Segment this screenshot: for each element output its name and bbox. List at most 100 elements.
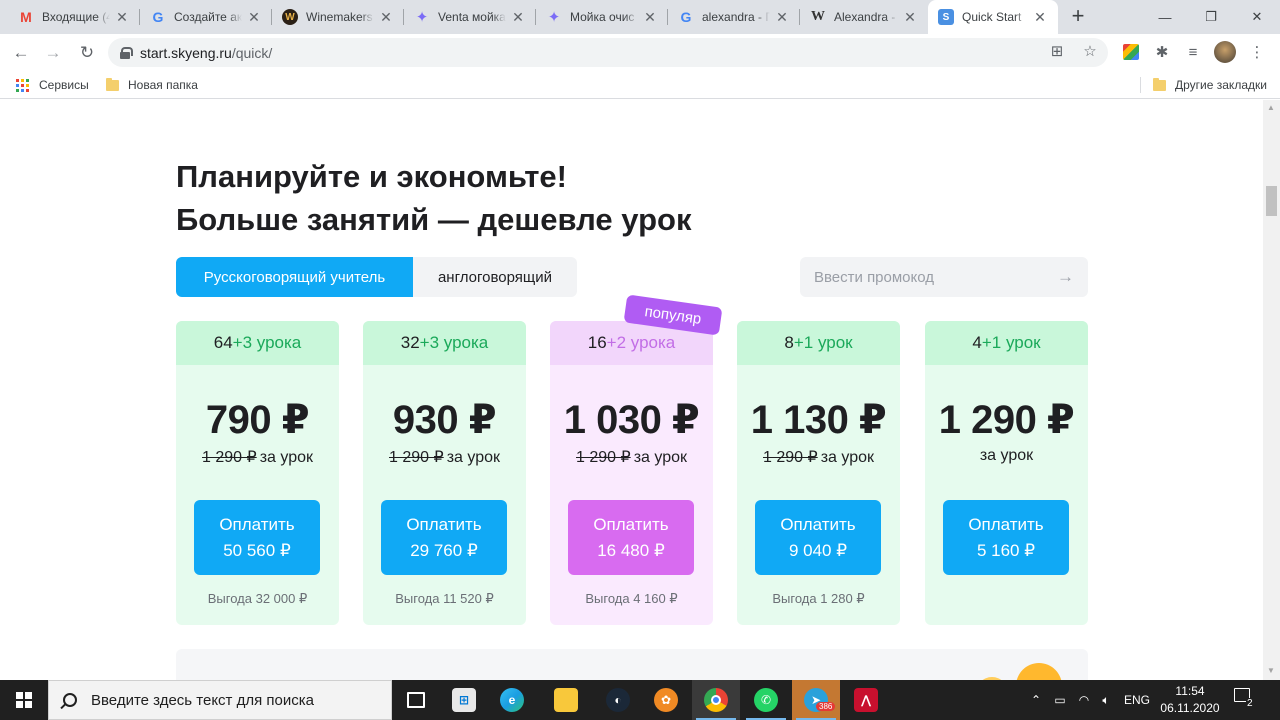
back-icon[interactable]: ← bbox=[8, 40, 34, 66]
close-icon[interactable]: ✕ bbox=[246, 9, 262, 26]
notifications-button[interactable]: 2 bbox=[1234, 688, 1258, 712]
pay-label: Оплатить bbox=[780, 514, 856, 534]
page-title-line: Больше занятий — дешевле урок bbox=[176, 202, 692, 237]
language-indicator[interactable]: ENG bbox=[1122, 680, 1152, 720]
bookmark-other[interactable]: Другие закладки bbox=[1153, 76, 1267, 94]
close-icon[interactable]: ✕ bbox=[1032, 9, 1048, 26]
browser-tab[interactable]: ✦ Мойка очис ✕ bbox=[536, 0, 668, 34]
taskbar-steam[interactable]: ◐ bbox=[594, 680, 642, 720]
tray-expand-icon[interactable]: ⌃ bbox=[1026, 680, 1046, 720]
clock-time: 11:54 bbox=[1175, 684, 1205, 698]
page-scrollbar[interactable]: ▲ ▼ bbox=[1263, 100, 1280, 680]
close-icon[interactable]: ✕ bbox=[114, 9, 130, 26]
plan-per-lesson: за урок bbox=[925, 447, 1088, 465]
browser-tab[interactable]: G Создайте акк ✕ bbox=[140, 0, 272, 34]
scrollbar-thumb[interactable] bbox=[1266, 186, 1277, 216]
browser-tab[interactable]: G alexandra - Г ✕ bbox=[668, 0, 800, 34]
taskbar-edge[interactable]: e bbox=[488, 680, 536, 720]
close-icon[interactable]: ✕ bbox=[774, 9, 790, 26]
promo-code-field[interactable]: → bbox=[800, 257, 1088, 297]
taskbar-acrobat[interactable]: ⋀ bbox=[842, 680, 890, 720]
close-icon[interactable]: ✕ bbox=[642, 9, 658, 26]
forward-icon[interactable]: → bbox=[40, 40, 66, 66]
promo-code-input[interactable] bbox=[814, 268, 1057, 286]
pay-button[interactable]: Оплатить 50 560 ₽ bbox=[194, 500, 320, 575]
taskbar-explorer[interactable] bbox=[542, 680, 590, 720]
google-icon: G bbox=[680, 9, 692, 25]
old-price: 1 290 ₽ bbox=[389, 449, 444, 466]
bookmark-apps[interactable]: Сервисы bbox=[16, 76, 89, 94]
pay-label: Оплатить bbox=[593, 514, 669, 534]
minimize-icon[interactable]: — bbox=[1142, 0, 1188, 34]
browser-toolbar: ← → ↻ start.skyeng.ru/quick/ ⊞ ☆ ✱ ≡ ⋮ bbox=[0, 34, 1280, 71]
lesson-bonus: +2 урока bbox=[606, 333, 676, 352]
pay-button[interactable]: Оплатить 9 040 ₽ bbox=[755, 500, 881, 575]
new-tab-button[interactable]: + bbox=[1066, 5, 1090, 29]
scroll-down-icon[interactable]: ▼ bbox=[1267, 666, 1275, 675]
taskbar-store[interactable]: ⊞ bbox=[440, 680, 488, 720]
plan-per-lesson: 1 290 ₽ за урок bbox=[363, 447, 526, 467]
search-icon bbox=[63, 693, 77, 707]
volume-icon[interactable]: 🔈︎ bbox=[1096, 680, 1116, 720]
address-bar[interactable]: start.skyeng.ru/quick/ bbox=[108, 38, 1108, 67]
extensions-puzzle-icon[interactable]: ✱ bbox=[1151, 41, 1173, 63]
task-view-button[interactable] bbox=[392, 680, 440, 720]
gear-icon: ✿ bbox=[654, 688, 678, 712]
close-icon[interactable]: ✕ bbox=[378, 9, 394, 26]
steam-icon: ◐ bbox=[606, 688, 630, 712]
taskbar-app-orange[interactable]: ✿ bbox=[642, 680, 690, 720]
tab-title: Quick Start bbox=[962, 10, 1022, 24]
reload-icon[interactable]: ↻ bbox=[74, 40, 100, 66]
translate-icon[interactable]: ⊞ bbox=[1047, 42, 1067, 62]
page-title-line: Планируйте и экономьте! bbox=[176, 159, 567, 194]
plan-price: 1 290 ₽ bbox=[938, 398, 1075, 442]
window-close-icon[interactable]: ✕ bbox=[1234, 0, 1280, 34]
pay-button[interactable]: Оплатить 16 480 ₽ bbox=[568, 500, 694, 575]
arrow-right-icon[interactable]: → bbox=[1057, 267, 1074, 287]
google-icon: G bbox=[152, 9, 164, 25]
media-control-icon[interactable]: ≡ bbox=[1182, 41, 1204, 63]
pay-button[interactable]: Оплатить 5 160 ₽ bbox=[943, 500, 1069, 575]
page-title: Планируйте и экономьте! Больше занятий —… bbox=[176, 155, 691, 241]
bookmark-star-icon[interactable]: ☆ bbox=[1080, 42, 1100, 62]
restore-icon[interactable]: ❐ bbox=[1188, 0, 1234, 34]
tab-title: Alexandra - V bbox=[834, 10, 898, 24]
start-button[interactable] bbox=[0, 680, 48, 720]
wifi-icon[interactable]: ◠ bbox=[1074, 680, 1094, 720]
folder-icon bbox=[1153, 77, 1166, 91]
bookmark-label: Другие закладки bbox=[1175, 78, 1267, 92]
browser-tab[interactable]: M Входящие (4 ✕ bbox=[8, 0, 140, 34]
browser-tab-active[interactable]: S Quick Start ✕ bbox=[928, 0, 1058, 34]
taskbar-chrome[interactable] bbox=[692, 680, 740, 720]
browser-tab[interactable]: ✦ Venta мойка ✕ bbox=[404, 0, 536, 34]
pay-amount: 5 160 ₽ bbox=[976, 540, 1036, 560]
browser-tab[interactable]: W Winemakers ✕ bbox=[272, 0, 404, 34]
teacher-toggle-english[interactable]: англоговорящий bbox=[413, 257, 577, 297]
folder-icon bbox=[554, 688, 578, 712]
browser-tab[interactable]: W Alexandra - V ✕ bbox=[800, 0, 928, 34]
close-icon[interactable]: ✕ bbox=[902, 9, 918, 26]
scroll-up-icon[interactable]: ▲ bbox=[1267, 103, 1275, 112]
pay-label: Оплатить bbox=[406, 514, 482, 534]
tab-title: Входящие (4 bbox=[42, 10, 110, 24]
close-icon[interactable]: ✕ bbox=[510, 9, 526, 26]
extension-color-icon[interactable] bbox=[1120, 41, 1142, 63]
teacher-toggle-russian[interactable]: Русскоговорящий учитель bbox=[176, 257, 413, 297]
plan-price: 1 130 ₽ bbox=[750, 398, 887, 442]
lesson-count: 4 bbox=[972, 333, 982, 352]
lesson-bonus: +1 урок bbox=[981, 333, 1041, 352]
bookmark-folder[interactable]: Новая папка bbox=[106, 76, 198, 94]
plan-card: 8 +1 урок 1 130 ₽ 1 290 ₽ за урок Оплатить… bbox=[737, 321, 900, 625]
url-host: start.skyeng.ru bbox=[140, 44, 232, 61]
network-icon[interactable]: ▭ bbox=[1050, 680, 1070, 720]
taskbar-search[interactable]: Введите здесь текст для поиска bbox=[48, 680, 392, 720]
clock[interactable]: 11:54 06.11.2020 bbox=[1158, 683, 1222, 717]
folder-icon bbox=[106, 77, 119, 91]
taskbar-whatsapp[interactable]: ✆ bbox=[742, 680, 790, 720]
profile-avatar[interactable] bbox=[1214, 41, 1236, 63]
menu-kebab-icon[interactable]: ⋮ bbox=[1246, 41, 1268, 63]
skyeng-icon: S bbox=[938, 9, 954, 25]
taskbar-telegram[interactable]: ➤ 386 bbox=[792, 680, 840, 720]
windows-taskbar: Введите здесь текст для поиска ⊞ e ◐ ✿ ✆… bbox=[0, 680, 1280, 720]
pay-button[interactable]: Оплатить 29 760 ₽ bbox=[381, 500, 507, 575]
